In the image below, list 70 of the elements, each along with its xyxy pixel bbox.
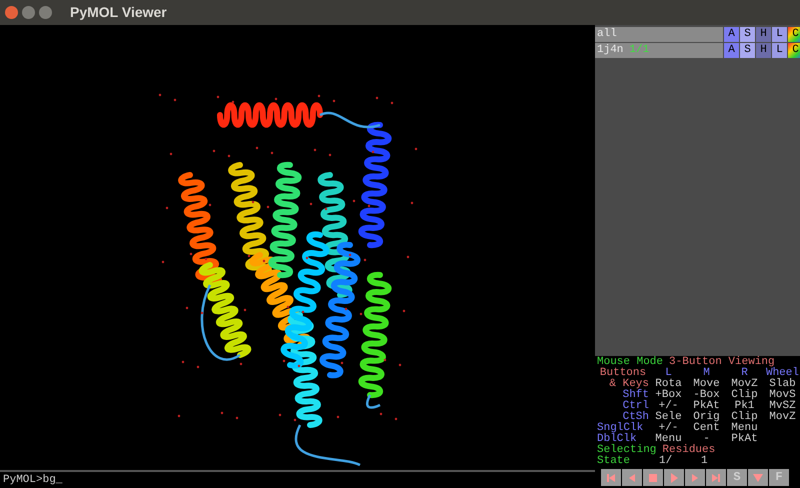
binding-action: Move — [692, 379, 721, 390]
binding-action: Menu — [655, 434, 682, 445]
binding-key: CtSh — [597, 412, 649, 423]
object-state: 1/1 — [629, 43, 650, 58]
playback-button[interactable] — [601, 469, 621, 486]
binding-action: +Box — [654, 390, 683, 401]
binding-action: Sele — [654, 412, 683, 423]
state-total: 1 — [701, 456, 708, 467]
state-label: State — [597, 456, 632, 467]
binding-key: & Keys — [597, 379, 649, 390]
binding-action: Clip — [730, 390, 759, 401]
binding-action: Menu — [730, 423, 759, 434]
binding-action: Cent — [692, 423, 721, 434]
object-name: 1j4n — [597, 43, 624, 58]
binding-action: MovS — [768, 390, 797, 401]
column-header: R — [741, 368, 748, 379]
playback-button[interactable] — [622, 469, 642, 486]
buttons-header: Buttons — [598, 368, 646, 379]
object-action-button[interactable]: C — [788, 27, 800, 42]
binding-action: -Box — [692, 390, 721, 401]
object-action-button[interactable]: L — [772, 27, 787, 42]
column-header: L — [665, 368, 672, 379]
binding-action: Orig — [692, 412, 721, 423]
binding-key: Shft — [597, 390, 649, 401]
object-action-button[interactable]: A — [724, 27, 739, 42]
binding-action: MovZ — [730, 379, 759, 390]
close-button[interactable] — [5, 6, 18, 19]
object-action-button[interactable]: H — [756, 43, 771, 58]
binding-key: Ctrl — [597, 401, 649, 412]
binding-action: Slab — [768, 379, 797, 390]
state-current: 1/ — [659, 456, 674, 467]
first-frame-icon — [605, 472, 617, 484]
binding-action: +/- — [658, 423, 678, 434]
binding-action: +/- — [658, 401, 678, 412]
object-action-button[interactable]: A — [724, 43, 739, 58]
binding-key: SnglClk — [597, 423, 649, 434]
column-header: Wheel — [764, 368, 800, 379]
last-frame-icon — [710, 472, 722, 484]
maximize-button[interactable] — [39, 6, 52, 19]
window-title: PyMOL Viewer — [70, 3, 167, 22]
object-action-button[interactable]: S — [740, 27, 755, 42]
binding-action: PkAt — [730, 434, 759, 445]
binding-action: Clip — [730, 412, 759, 423]
object-action-button[interactable]: H — [756, 27, 771, 42]
playback-button[interactable] — [748, 469, 768, 486]
binding-key: DblClk — [597, 434, 649, 445]
selecting-value: Residues — [662, 445, 716, 456]
object-action-button[interactable]: L — [772, 43, 787, 58]
binding-action: MovZ — [768, 412, 797, 423]
binding-action: Rota — [654, 379, 683, 390]
play-icon — [668, 472, 680, 484]
minimize-button[interactable] — [22, 6, 35, 19]
selecting-label: Selecting — [597, 445, 656, 456]
binding-action: Pk1 — [734, 401, 754, 412]
binding-action: MvSZ — [768, 401, 797, 412]
object-action-button[interactable]: C — [788, 43, 800, 58]
playback-button[interactable] — [664, 469, 684, 486]
mouse-mode-label: Mouse Mode — [597, 357, 664, 368]
binding-action: - — [703, 434, 710, 445]
column-header: M — [703, 368, 710, 379]
playback-button[interactable] — [706, 469, 726, 486]
object-name: all — [597, 27, 617, 42]
down-triangle-icon — [752, 472, 764, 484]
command-text: PyMOL>bg_ — [3, 472, 62, 488]
mouse-mode-value: 3-Button Viewing — [669, 357, 775, 368]
binding-action: PkAt — [692, 401, 721, 412]
playback-button[interactable] — [685, 469, 705, 486]
playback-button[interactable] — [643, 469, 663, 486]
stop-icon — [647, 472, 659, 484]
object-action-button[interactable]: S — [740, 43, 755, 58]
